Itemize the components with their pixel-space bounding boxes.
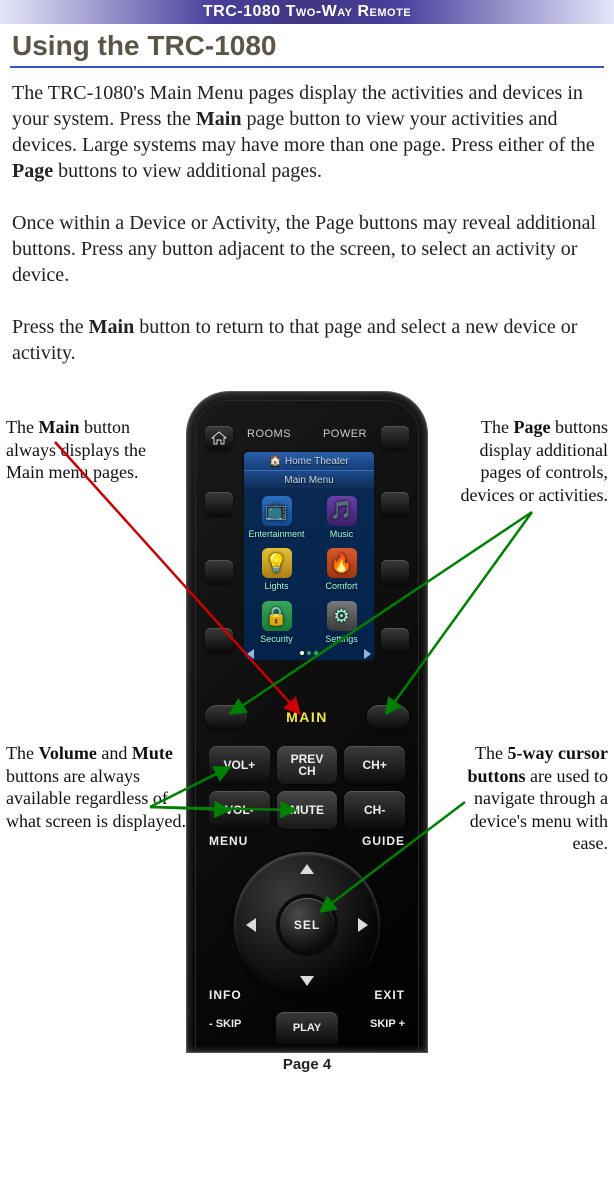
power-button[interactable]: [381, 426, 409, 450]
main-label[interactable]: MAIN: [247, 709, 367, 725]
home-button[interactable]: [205, 426, 233, 450]
screen-title: Main Menu: [244, 470, 374, 489]
callout-volmute: The Volume and Mute buttons are always a…: [6, 742, 186, 832]
exit-button[interactable]: EXIT: [374, 988, 405, 1002]
left-softkey-2[interactable]: [205, 560, 233, 584]
body-text: The TRC-1080's Main Menu pages display t…: [0, 80, 614, 366]
dpad-up[interactable]: [300, 864, 314, 874]
paragraph-2: Once within a Device or Activity, the Pa…: [12, 210, 602, 288]
right-softkey-2[interactable]: [381, 560, 409, 584]
screen-item-security[interactable]: 🔒Security: [244, 594, 309, 647]
vol-plus-button[interactable]: VOL+: [209, 746, 270, 784]
dpad: SEL: [234, 852, 380, 998]
screen-breadcrumb: 🏠Home Theater: [244, 452, 374, 470]
left-softkey-3[interactable]: [205, 628, 233, 652]
paragraph-1: The TRC-1080's Main Menu pages display t…: [12, 80, 602, 184]
page-left-button[interactable]: [205, 705, 247, 729]
callout-page: The Page buttons display additional page…: [435, 416, 608, 506]
remote-screen: 🏠Home Theater Main Menu 📺Entertainment 🎵…: [242, 450, 376, 662]
vol-minus-button[interactable]: VOL-: [209, 791, 270, 829]
sel-button[interactable]: SEL: [280, 898, 334, 952]
callout-main: The Main button always displays the Main…: [6, 416, 184, 484]
dpad-down[interactable]: [300, 976, 314, 986]
dpad-right[interactable]: [358, 918, 368, 932]
screen-item-lights[interactable]: 💡Lights: [244, 542, 309, 595]
paragraph-3: Press the Main button to return to that …: [12, 314, 602, 366]
mute-button[interactable]: MUTE: [277, 791, 338, 829]
dpad-left[interactable]: [246, 918, 256, 932]
diagram-area: The Main button always displays the Main…: [0, 392, 614, 1052]
prev-ch-button[interactable]: PREVCH: [277, 746, 338, 784]
header-bar: TRC-1080 Two-Way Remote: [0, 0, 614, 24]
menu-button[interactable]: MENU: [209, 834, 248, 848]
remote-device: ROOMS POWER 🏠Home Theater Main Menu 📺Ent…: [187, 392, 427, 1052]
screen-item-comfort[interactable]: 🔥Comfort: [309, 542, 374, 595]
screen-item-entertainment[interactable]: 📺Entertainment: [244, 489, 309, 542]
right-softkey-1[interactable]: [381, 492, 409, 516]
screen-item-settings[interactable]: ⚙Settings: [309, 594, 374, 647]
power-label: POWER: [323, 428, 367, 440]
callout-cursor: The 5-way cursor buttons are used to nav…: [438, 742, 608, 855]
rooms-label: ROOMS: [247, 428, 291, 440]
play-button[interactable]: PLAY: [276, 1012, 338, 1044]
ch-minus-button[interactable]: CH-: [344, 791, 405, 829]
skip-fwd-button[interactable]: SKIP +: [343, 1012, 405, 1030]
page-right-button[interactable]: [367, 705, 409, 729]
title-rule: [10, 66, 604, 68]
skip-back-button[interactable]: - SKIP: [209, 1012, 271, 1030]
page-title: Using the TRC-1080: [12, 30, 602, 62]
header-text: TRC-1080 Two-Way Remote: [203, 3, 411, 20]
info-button[interactable]: INFO: [209, 988, 242, 1002]
page-footer: Page 4: [0, 1056, 614, 1073]
guide-button[interactable]: GUIDE: [362, 834, 405, 848]
ch-plus-button[interactable]: CH+: [344, 746, 405, 784]
left-softkey-1[interactable]: [205, 492, 233, 516]
screen-item-music[interactable]: 🎵Music: [309, 489, 374, 542]
right-softkey-3[interactable]: [381, 628, 409, 652]
